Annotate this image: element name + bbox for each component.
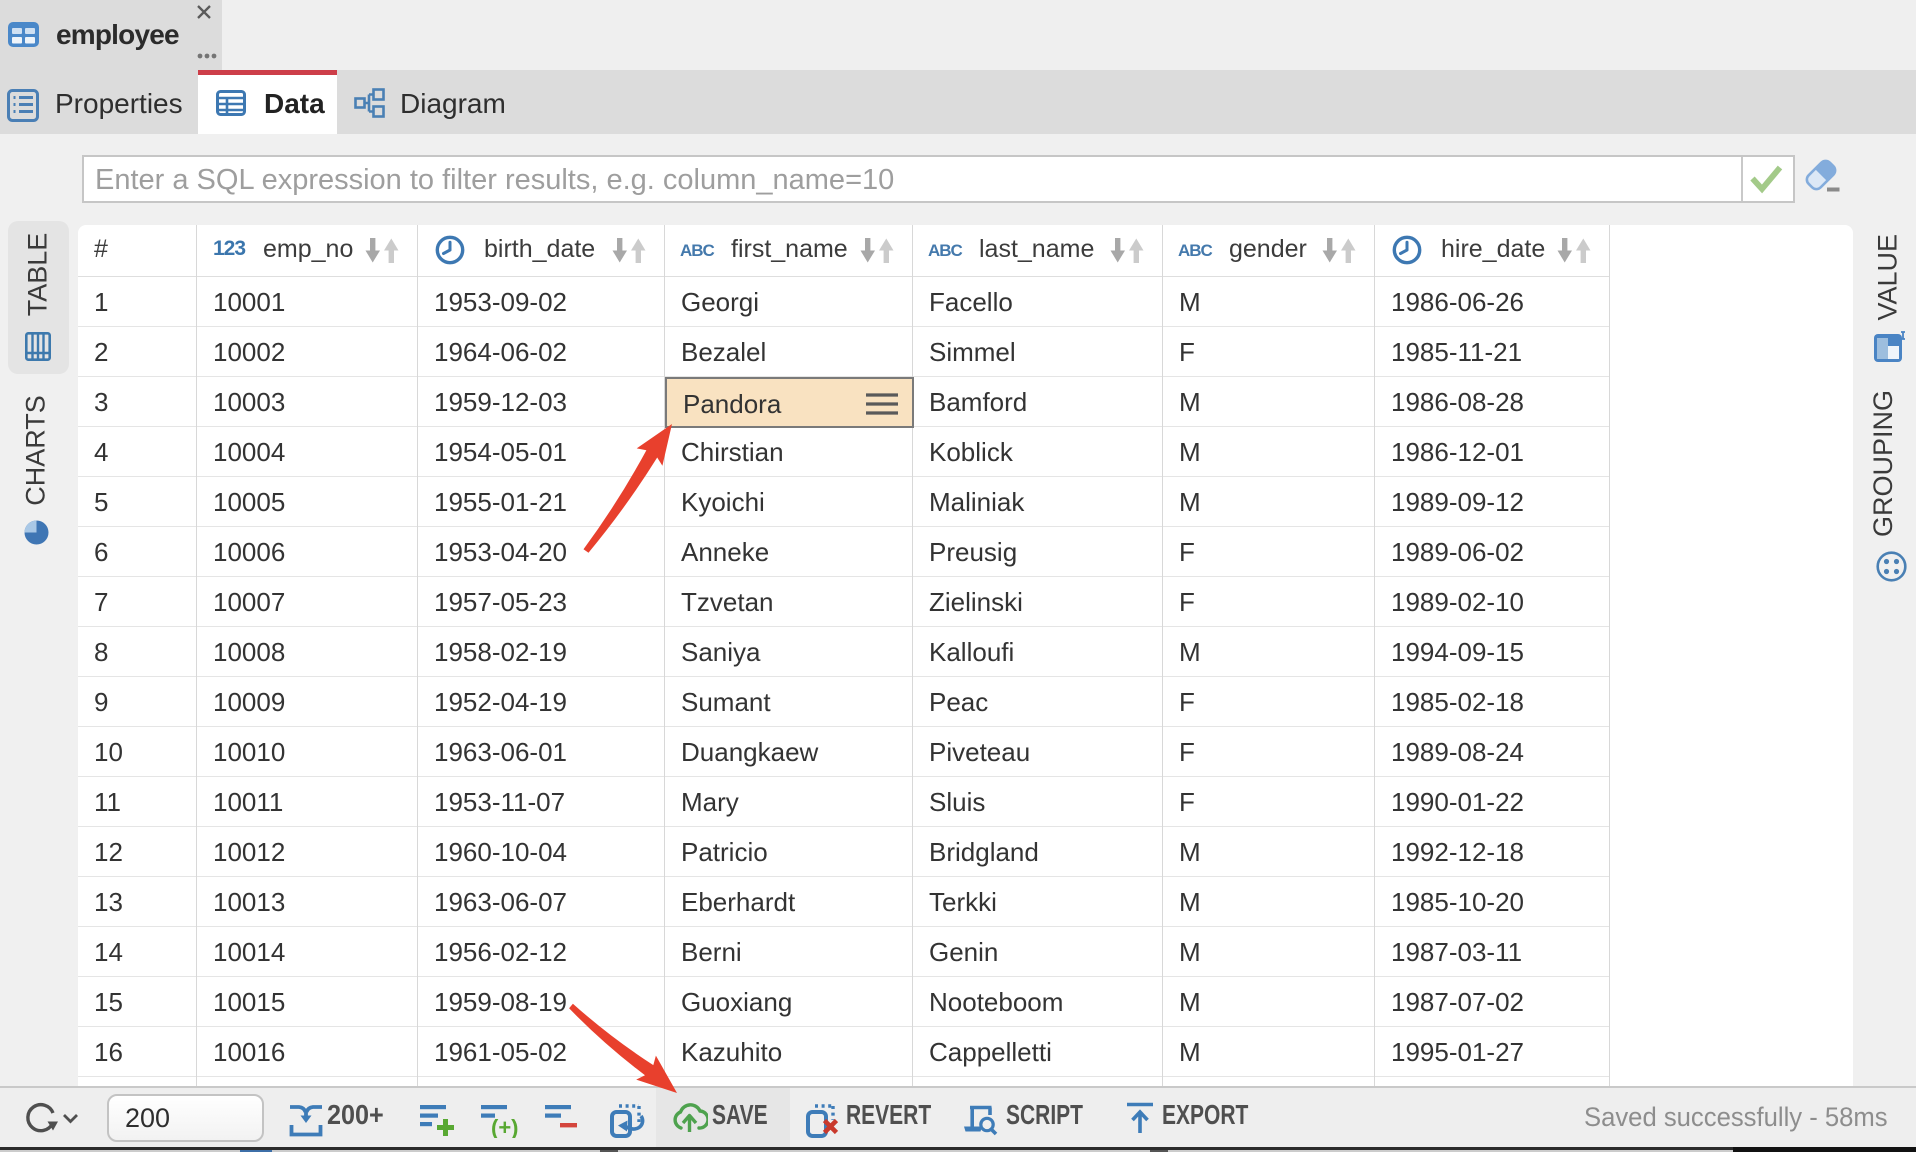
svg-text:(+): (+) [491, 1115, 519, 1138]
